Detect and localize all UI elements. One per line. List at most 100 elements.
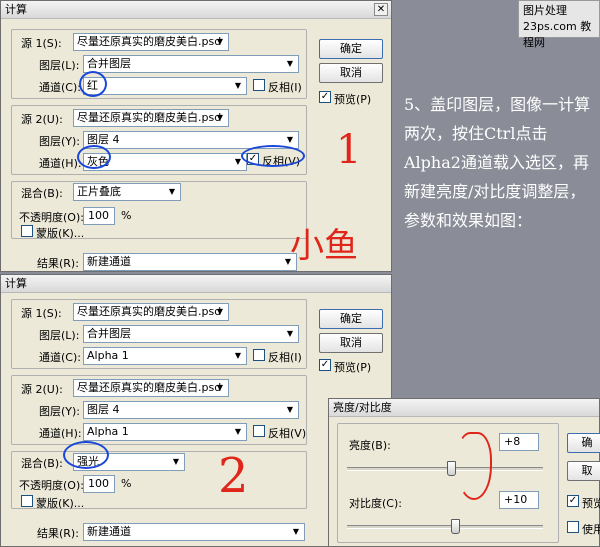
watermark-line2: 23ps.com 教程网 — [523, 20, 592, 49]
ok-button[interactable]: 确定 — [319, 309, 383, 329]
dialog-title: 亮度/对比度 — [333, 401, 392, 414]
chevron-down-icon: ▼ — [234, 351, 242, 360]
layer1-label: 图层(L): — [39, 59, 80, 72]
chevron-down-icon: ▼ — [234, 81, 242, 90]
channel1-select[interactable]: 红 ▼ — [83, 77, 247, 95]
preview-checkbox[interactable]: ✓ — [319, 359, 331, 371]
contrast-input[interactable]: +10 — [499, 491, 539, 509]
site-watermark: 图片处理 23ps.com 教程网 — [518, 0, 600, 49]
legacy-label: 使用 — [582, 523, 600, 536]
result-select[interactable]: 新建通道 ▼ — [83, 523, 305, 541]
annotation-circle — [77, 145, 111, 169]
brightness-slider-thumb[interactable] — [446, 461, 456, 476]
source2-select[interactable]: 尽量还原真实的磨皮美白.psd ▼ — [73, 379, 229, 397]
layer1-label: 图层(L): — [39, 329, 80, 342]
opacity-unit: % — [121, 477, 132, 490]
source1-label: 源 1(S): — [21, 307, 62, 320]
brightness-slider[interactable] — [347, 467, 543, 471]
chevron-down-icon: ▼ — [216, 37, 224, 46]
source1-label: 源 1(S): — [21, 37, 62, 50]
layer2-label: 图层(Y): — [39, 405, 81, 418]
preview-checkbox[interactable]: ✓ — [567, 495, 579, 507]
cancel-button[interactable]: 取消 — [319, 333, 383, 353]
preview-label: 预览(P) — [334, 93, 372, 106]
ok-button[interactable]: 确 — [567, 433, 600, 453]
cancel-button[interactable]: 取 — [567, 461, 600, 481]
annotation-number-2: 2 — [218, 448, 249, 504]
mask-checkbox[interactable] — [21, 225, 33, 237]
channel2-select[interactable]: Alpha 1 ▼ — [83, 423, 247, 441]
opacity-unit: % — [121, 209, 132, 222]
annotation-circle — [63, 441, 109, 469]
preview-label: 预览 — [582, 497, 600, 510]
annotation-number-1: 1 — [336, 127, 362, 173]
layer1-select[interactable]: 合并图层 ▼ — [83, 55, 299, 73]
opacity-input[interactable]: 100 — [83, 475, 115, 493]
chevron-down-icon: ▼ — [216, 307, 224, 316]
blend-label: 混合(B): — [21, 457, 63, 470]
invert1-label: 反相(I) — [268, 81, 302, 94]
channel1-label: 通道(C): — [39, 351, 81, 364]
chevron-down-icon: ▼ — [168, 187, 176, 196]
annotation-circle — [79, 71, 107, 97]
blend-label: 混合(B): — [21, 187, 63, 200]
tutorial-text: 5、盖印图层，图像一计算两次，按住Ctrl点击Alpha2通道载入选区，再新建亮… — [404, 95, 591, 230]
chevron-down-icon: ▼ — [172, 457, 180, 466]
annotation-circle — [241, 145, 305, 167]
opacity-input[interactable]: 100 — [83, 207, 115, 225]
dialog-title: 计算 — [5, 277, 27, 290]
source1-select[interactable]: 尽量还原真实的磨皮美白.psd ▼ — [73, 33, 229, 51]
opacity-label: 不透明度(O): — [19, 211, 84, 224]
channel2-label: 通道(H): — [39, 157, 82, 170]
invert1-checkbox[interactable] — [253, 349, 265, 361]
invert2-label: 反相(V) — [268, 427, 307, 440]
channel2-label: 通道(H): — [39, 427, 82, 440]
chevron-down-icon: ▼ — [216, 113, 224, 122]
source1-select[interactable]: 尽量还原真实的磨皮美白.psd ▼ — [73, 303, 229, 321]
source2-select[interactable]: 尽量还原真实的磨皮美白.psd ▼ — [73, 109, 229, 127]
source2-label: 源 2(U): — [21, 113, 63, 126]
preview-label: 预览(P) — [334, 361, 372, 374]
opacity-label: 不透明度(O): — [19, 479, 84, 492]
blend-select[interactable]: 正片叠底 ▼ — [73, 183, 181, 201]
result-select[interactable]: 新建通道 ▼ — [83, 253, 297, 271]
result-label: 结果(R): — [37, 257, 79, 270]
mask-label: 蒙版(K)... — [36, 227, 85, 240]
chevron-down-icon: ▼ — [286, 405, 294, 414]
channel1-select[interactable]: Alpha 1 ▼ — [83, 347, 247, 365]
contrast-slider-thumb[interactable] — [450, 519, 460, 534]
close-icon[interactable]: ✕ — [374, 3, 388, 16]
brightness-input[interactable]: +8 — [499, 433, 539, 451]
dialog-titlebar[interactable]: 亮度/对比度 — [329, 399, 599, 417]
dialog-titlebar[interactable]: 计算 ✕ — [1, 1, 391, 19]
brightness-label: 亮度(B): — [349, 439, 391, 452]
invert1-label: 反相(I) — [268, 351, 302, 364]
ok-button[interactable]: 确定 — [319, 39, 383, 59]
chevron-down-icon: ▼ — [286, 329, 294, 338]
chevron-down-icon: ▼ — [292, 527, 300, 536]
preview-checkbox[interactable]: ✓ — [319, 91, 331, 103]
contrast-label: 对比度(C): — [349, 497, 402, 510]
chevron-down-icon: ▼ — [234, 427, 242, 436]
dialog-titlebar[interactable]: 计算 — [1, 275, 391, 293]
legacy-checkbox[interactable] — [567, 521, 579, 533]
invert1-checkbox[interactable] — [253, 79, 265, 91]
source2-label: 源 2(U): — [21, 383, 63, 396]
layer2-select[interactable]: 图层 4 ▼ — [83, 401, 299, 419]
invert2-checkbox[interactable] — [253, 425, 265, 437]
contrast-slider[interactable] — [347, 525, 543, 529]
layer2-label: 图层(Y): — [39, 135, 81, 148]
channel1-label: 通道(C): — [39, 81, 81, 94]
mask-checkbox[interactable] — [21, 495, 33, 507]
mask-label: 蒙版(K)... — [36, 497, 85, 510]
chevron-down-icon: ▼ — [216, 383, 224, 392]
dialog-title: 计算 — [5, 3, 27, 16]
annotation-number-3 — [456, 432, 492, 500]
chevron-down-icon: ▼ — [286, 135, 294, 144]
layer1-select[interactable]: 合并图层 ▼ — [83, 325, 299, 343]
chevron-down-icon: ▼ — [286, 59, 294, 68]
result-label: 结果(R): — [37, 527, 79, 540]
cancel-button[interactable]: 取消 — [319, 63, 383, 83]
annotation-signature: 小鱼 — [290, 226, 358, 266]
watermark-line1: 图片处理 — [523, 4, 567, 17]
